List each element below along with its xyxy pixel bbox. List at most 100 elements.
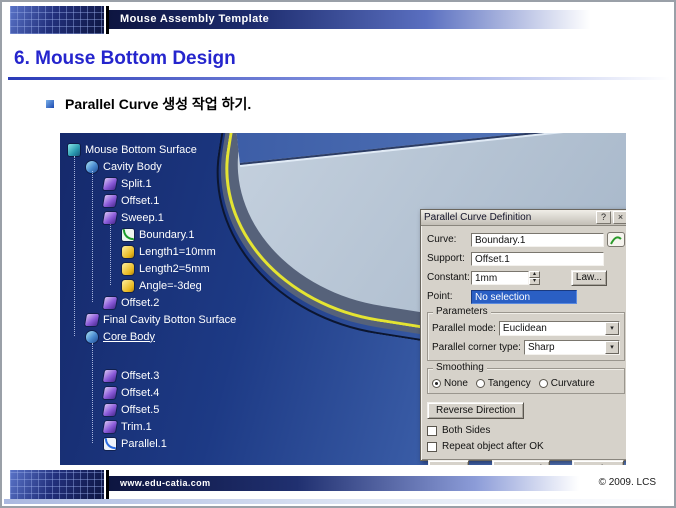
ok-button[interactable]: OK — [428, 460, 469, 465]
parameters-group: Parameters Parallel mode: Euclidean ▾ Pa… — [427, 312, 625, 361]
spec-tree: Mouse Bottom Surface Cavity Body Split.1… — [66, 141, 276, 452]
title-rule — [8, 77, 670, 80]
bullet-text-en: Parallel Curve — [65, 96, 158, 112]
law-button[interactable]: Law... — [571, 270, 607, 286]
smoothing-option-curvature[interactable]: Curvature — [539, 378, 595, 389]
repeat-label: Repeat object after OK — [442, 441, 544, 452]
tree-item[interactable]: Split.1 — [66, 175, 276, 192]
parallel-icon — [104, 438, 116, 450]
constant-field[interactable]: 1mm — [471, 271, 529, 285]
offset-icon — [103, 195, 117, 207]
angle-parameter-icon — [122, 280, 134, 292]
smoothing-option-label: Tangency — [488, 378, 531, 389]
smoothing-option-label: Curvature — [551, 378, 595, 389]
corner-type-label: Parallel corner type: — [432, 342, 521, 353]
tree-item[interactable]: Mouse Bottom Surface — [66, 141, 276, 158]
trim-icon — [103, 421, 117, 433]
point-field[interactable]: No selection — [471, 290, 577, 304]
parameters-group-label: Parameters — [433, 307, 491, 317]
point-row: Point: No selection — [427, 288, 625, 305]
support-label: Support: — [427, 253, 471, 264]
tree-item[interactable]: Angle=-3deg — [66, 277, 276, 294]
header-banner: Mouse Assembly Template — [109, 10, 621, 29]
header-title: Mouse Assembly Template — [120, 13, 269, 25]
footer-banner: www.edu-catia.com — [109, 476, 579, 491]
preview-button[interactable]: Preview — [572, 460, 624, 465]
tree-connector — [92, 343, 93, 443]
dialog-body: Curve: Boundary.1 Support: Offset.1 Cons… — [421, 226, 626, 465]
smoothing-option-none[interactable]: None — [432, 378, 468, 389]
support-row: Support: Offset.1 — [427, 250, 625, 267]
both-sides-checkbox[interactable] — [427, 426, 437, 436]
parallel-mode-select[interactable]: Euclidean ▾ — [499, 321, 620, 336]
tree-item[interactable]: Sweep.1 — [66, 209, 276, 226]
tree-item-label: Offset.3 — [121, 370, 159, 382]
tree-item[interactable]: Offset.3 — [66, 367, 276, 384]
spinner-up-icon[interactable]: ▴ — [529, 271, 540, 278]
bullet-item: Parallel Curve 생성 작업 하기. — [46, 94, 251, 114]
tree-spacer — [66, 345, 276, 367]
bullet-text-ko: 생성 작업 하기. — [158, 96, 251, 112]
close-button[interactable]: × — [613, 211, 626, 224]
parallel-curve-dialog: Parallel Curve Definition ? × Curve: Bou… — [420, 209, 626, 461]
tree-item[interactable]: Length2=5mm — [66, 260, 276, 277]
header-ornament — [10, 6, 104, 34]
tree-item[interactable]: Core Body — [66, 328, 276, 345]
tree-item[interactable]: Offset.1 — [66, 192, 276, 209]
repeat-row[interactable]: Repeat object after OK — [427, 439, 625, 454]
curve-row: Curve: Boundary.1 — [427, 231, 625, 248]
footer-site-text: www.edu-catia.com — [120, 478, 211, 488]
corner-type-select[interactable]: Sharp ▾ — [524, 340, 620, 355]
tree-item-label: Boundary.1 — [139, 229, 194, 241]
tree-item-label: Offset.2 — [121, 297, 159, 309]
corner-type-value: Sharp — [525, 341, 605, 354]
tree-item-label: Offset.1 — [121, 195, 159, 207]
tree-item-label: Cavity Body — [103, 161, 162, 173]
tree-item-label: Angle=-3deg — [139, 280, 202, 292]
tree-item-label: Trim.1 — [121, 421, 152, 433]
tree-item-label: Offset.5 — [121, 404, 159, 416]
tree-connector — [74, 156, 75, 336]
spinner-down-icon[interactable]: ▾ — [529, 278, 540, 285]
parallel-mode-row: Parallel mode: Euclidean ▾ — [432, 320, 620, 336]
smoothing-group-label: Smoothing — [433, 363, 487, 373]
parallel-mode-label: Parallel mode: — [432, 323, 496, 334]
tree-item[interactable]: Offset.5 — [66, 401, 276, 418]
dialog-titlebar[interactable]: Parallel Curve Definition ? × — [421, 210, 626, 226]
tree-item[interactable]: Length1=10mm — [66, 243, 276, 260]
chevron-down-icon[interactable]: ▾ — [605, 322, 619, 335]
cancel-button[interactable]: Cancel — [492, 460, 550, 465]
curve-type-icon — [607, 232, 625, 247]
offset-icon — [103, 370, 117, 382]
tree-item[interactable]: Offset.2 — [66, 294, 276, 311]
catia-screenshot: Mouse Bottom Surface Cavity Body Split.1… — [60, 133, 626, 465]
tree-item[interactable]: Boundary.1 — [66, 226, 276, 243]
cancel-label: Cancel — [511, 464, 542, 466]
tree-item[interactable]: Cavity Body — [66, 158, 276, 175]
chevron-down-icon[interactable]: ▾ — [605, 341, 619, 354]
slide: Mouse Assembly Template 6. Mouse Bottom … — [0, 0, 676, 508]
preview-label: Preview — [580, 464, 616, 466]
both-sides-row[interactable]: Both Sides — [427, 423, 625, 438]
tree-item[interactable]: Trim.1 — [66, 418, 276, 435]
radio-icon — [539, 379, 548, 388]
repeat-checkbox[interactable] — [427, 442, 437, 452]
reverse-direction-button[interactable]: Reverse Direction — [427, 402, 524, 419]
support-field[interactable]: Offset.1 — [471, 252, 604, 266]
curve-field[interactable]: Boundary.1 — [471, 233, 604, 247]
tree-item[interactable]: Offset.4 — [66, 384, 276, 401]
surface-icon — [85, 314, 99, 326]
dialog-title: Parallel Curve Definition — [424, 212, 594, 223]
tree-item-label: Sweep.1 — [121, 212, 164, 224]
smoothing-option-tangency[interactable]: Tangency — [476, 378, 531, 389]
point-label: Point: — [427, 291, 471, 302]
tree-item[interactable]: Final Cavity Botton Surface — [66, 311, 276, 328]
footer-ornament — [10, 470, 104, 501]
smoothing-option-label: None — [444, 378, 468, 389]
dialog-buttons-row: OK Cancel Preview — [427, 460, 625, 465]
tree-item[interactable]: Parallel.1 — [66, 435, 276, 452]
copyright-text: © 2009. LCS — [599, 477, 656, 488]
offset-icon — [103, 404, 117, 416]
tree-item-label: Core Body — [103, 331, 155, 343]
help-button[interactable]: ? — [596, 211, 611, 224]
